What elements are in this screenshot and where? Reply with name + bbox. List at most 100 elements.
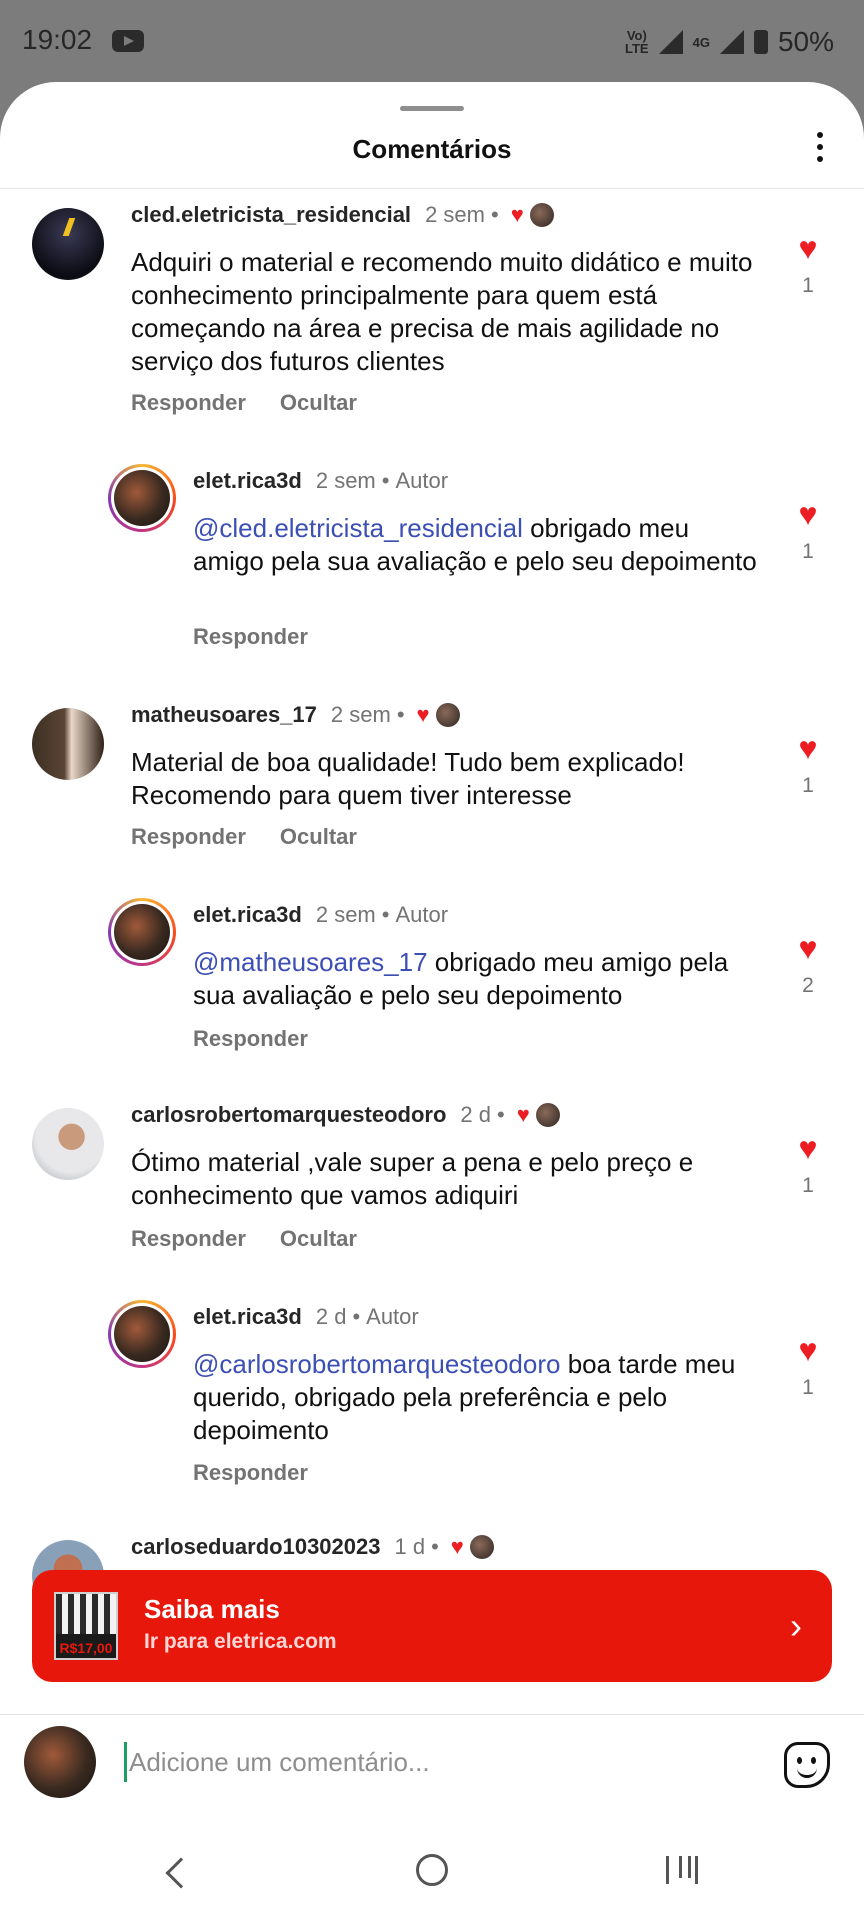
reply-button[interactable]: Responder — [193, 1026, 308, 1052]
avatar[interactable] — [32, 1108, 104, 1180]
like-count: 1 — [802, 274, 814, 297]
reply-actions: Responder — [193, 1460, 308, 1486]
reply-button[interactable]: Responder — [193, 1460, 308, 1486]
author-badge: Autor — [366, 1304, 419, 1329]
comments-sheet: Comentários cled.eletricista_residencial… — [0, 82, 864, 1920]
creator-avatar-mini — [535, 1103, 560, 1127]
like-button[interactable]: ♥ 2 — [788, 932, 828, 998]
heart-icon[interactable]: ♥ — [788, 732, 828, 764]
chevron-right-icon[interactable]: › — [790, 1608, 802, 1644]
creator-avatar-mini — [435, 703, 460, 727]
composer-divider — [0, 1714, 864, 1715]
comment-meta: matheusoares_17 2 sem • ♥ — [131, 702, 460, 728]
heart-icon[interactable]: ♥ — [788, 1334, 828, 1366]
reply-text: @carlosrobertomarquesteodoro boa tarde m… — [193, 1349, 736, 1445]
back-icon[interactable] — [165, 1857, 197, 1889]
heart-icon[interactable]: ♥ — [788, 932, 828, 964]
reply-button[interactable]: Responder — [131, 824, 246, 850]
hide-button[interactable]: Ocultar — [280, 390, 357, 416]
reply-actions: Responder — [193, 1026, 308, 1052]
reply-time: 2 d — [315, 1304, 347, 1329]
author-badge: Autor — [395, 902, 449, 927]
comment-username[interactable]: carlosrobertomarquesteodoro — [131, 1102, 446, 1128]
thumbnail-price: R$17,00 — [56, 1634, 116, 1658]
comment-username[interactable]: matheusoares_17 — [131, 702, 317, 728]
author-badge: Autor — [395, 468, 449, 493]
battery-percent: 50% — [777, 26, 834, 57]
creator-liked-heart-icon: ♥ — [416, 702, 430, 727]
mention-link[interactable]: @cled.eletricista_residencial — [193, 513, 523, 543]
avatar[interactable] — [108, 898, 176, 966]
battery-icon — [753, 30, 768, 54]
home-icon[interactable] — [416, 1854, 448, 1886]
like-button[interactable]: ♥ 1 — [788, 1132, 828, 1198]
hide-button[interactable]: Ocultar — [280, 1226, 357, 1252]
avatar[interactable] — [108, 1300, 176, 1368]
heart-icon[interactable]: ♥ — [788, 232, 828, 264]
sheet-title: Comentários — [352, 134, 512, 164]
comment-username[interactable]: carloseduardo10302023 — [131, 1534, 381, 1560]
reply-meta: elet.rica3d 2 sem • Autor — [193, 902, 449, 928]
reply-time: 2 sem — [315, 902, 376, 927]
banner-title: Saiba mais — [144, 1594, 280, 1624]
comment-username[interactable]: cled.eletricista_residencial — [131, 202, 411, 228]
comment-text: Adquiri o material e recomendo muito did… — [131, 247, 753, 376]
comment-time: 2 sem — [425, 202, 485, 227]
reply-username[interactable]: elet.rica3d — [193, 468, 302, 494]
like-button[interactable]: ♥ 1 — [788, 232, 828, 298]
avatar[interactable] — [32, 208, 104, 280]
like-button[interactable]: ♥ 1 — [788, 1334, 828, 1400]
like-button[interactable]: ♥ 1 — [788, 498, 828, 564]
volte-icon: Vo) LTE — [625, 28, 649, 56]
creator-liked-heart-icon: ♥ — [516, 1102, 530, 1127]
comment-text: Material de boa qualidade! Tudo bem expl… — [131, 747, 685, 810]
signal-icon — [658, 30, 683, 54]
status-time: 19:02 — [22, 24, 93, 55]
product-thumbnail: R$17,00 — [54, 1592, 118, 1660]
recent-apps-icon[interactable] — [666, 1856, 698, 1884]
reply-button[interactable]: Responder — [131, 390, 246, 416]
comment-input[interactable] — [124, 1742, 764, 1782]
reply-time: 2 sem — [315, 468, 376, 493]
my-avatar — [24, 1726, 96, 1798]
sticker-icon[interactable] — [784, 1742, 830, 1788]
creator-avatar-mini — [469, 1535, 494, 1559]
reply-username[interactable]: elet.rica3d — [193, 902, 302, 928]
comment-actions: Responder Ocultar — [131, 824, 357, 850]
like-count: 1 — [802, 540, 814, 563]
avatar[interactable] — [32, 708, 104, 780]
reply-text: @cled.eletricista_residencial obrigado m… — [193, 513, 757, 576]
mention-link[interactable]: @matheusoares_17 — [193, 947, 428, 977]
hide-button[interactable]: Ocultar — [280, 824, 357, 850]
reply-button[interactable]: Responder — [193, 624, 308, 650]
comment-time: 2 d — [460, 1102, 491, 1127]
reply-button[interactable]: Responder — [131, 1226, 246, 1252]
network-type-label: 4G — [692, 34, 710, 50]
reply-actions: Responder — [193, 624, 308, 650]
comment-time: 1 d — [394, 1534, 426, 1559]
system-nav-bar — [0, 1842, 864, 1920]
like-count: 1 — [802, 774, 814, 797]
comment-meta: carloseduardo10302023 1 d • ♥ — [131, 1534, 494, 1560]
heart-icon[interactable]: ♥ — [788, 1132, 828, 1164]
signal-icon-2 — [719, 30, 744, 54]
creator-liked-heart-icon: ♥ — [450, 1534, 464, 1559]
heart-icon[interactable]: ♥ — [788, 498, 828, 530]
reply-username[interactable]: elet.rica3d — [193, 1304, 302, 1330]
more-vertical-icon[interactable] — [812, 132, 828, 168]
status-bar: 19:02 Vo) LTE 4G 50% — [0, 0, 864, 80]
header-divider — [0, 188, 864, 189]
like-count: 2 — [802, 974, 814, 997]
like-count: 1 — [802, 1174, 814, 1197]
reply-meta: elet.rica3d 2 sem • Autor — [193, 468, 449, 494]
mention-link[interactable]: @carlosrobertomarquesteodoro — [193, 1349, 560, 1379]
cta-banner[interactable]: R$17,00 Saiba mais Ir para eletrica.com … — [32, 1570, 832, 1682]
comment-meta: carlosrobertomarquesteodoro 2 d • ♥ — [131, 1102, 560, 1128]
reply-text: @matheusoares_17 obrigado meu amigo pela… — [193, 947, 729, 1010]
comment-actions: Responder Ocultar — [131, 390, 357, 416]
sheet-drag-handle[interactable] — [400, 106, 464, 111]
reply-meta: elet.rica3d 2 d • Autor — [193, 1304, 419, 1330]
like-button[interactable]: ♥ 1 — [788, 732, 828, 798]
avatar[interactable] — [108, 464, 176, 532]
creator-liked-heart-icon: ♥ — [510, 202, 524, 227]
